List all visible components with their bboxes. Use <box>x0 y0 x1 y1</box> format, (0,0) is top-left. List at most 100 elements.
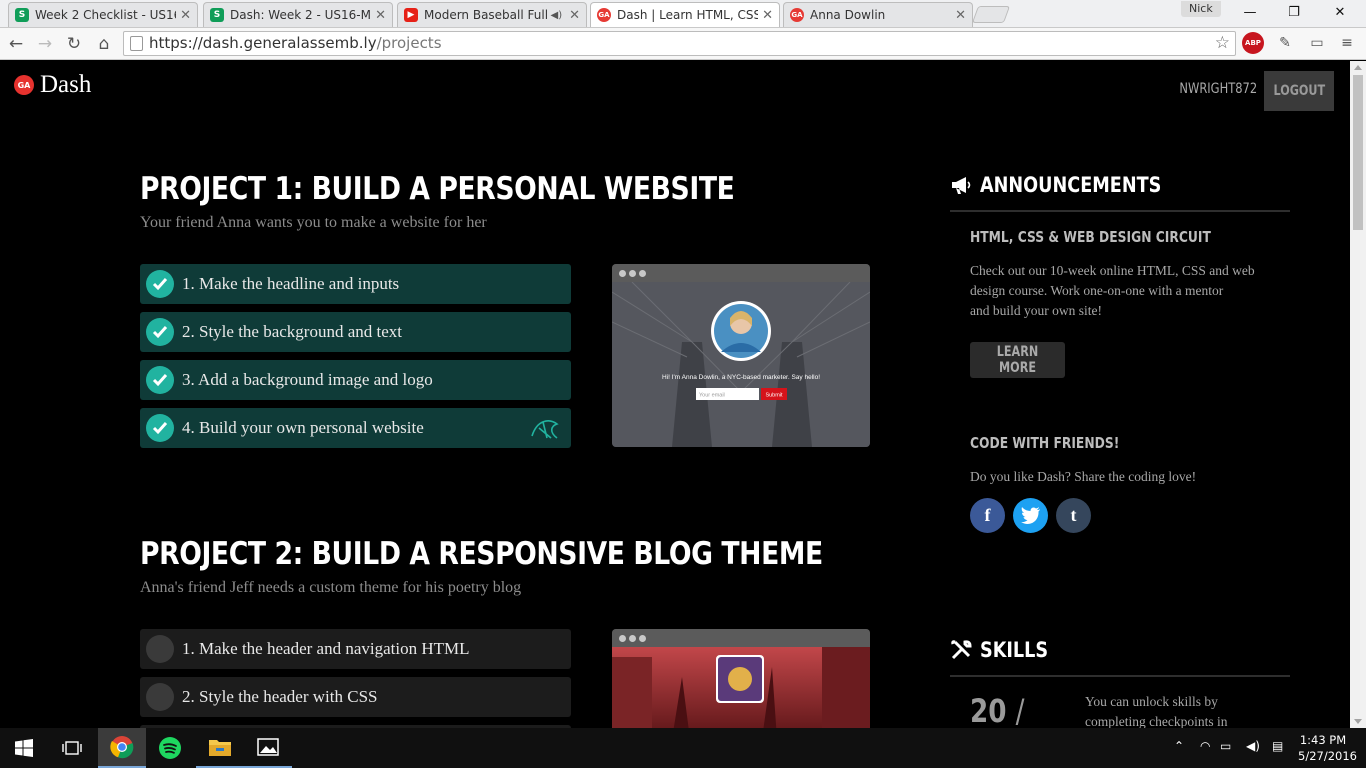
tab-title: Modern Baseball Full - <box>424 8 551 22</box>
browser-tab[interactable]: ▶ Modern Baseball Full - ◀) ✕ <box>397 2 587 27</box>
preview-email-placeholder: Your email <box>699 393 725 399</box>
checkpoint-row[interactable]: 1. Make the headline and inputs <box>140 264 571 304</box>
profile-button[interactable]: Nick <box>1181 1 1221 17</box>
project-subtitle: Your friend Anna wants you to make a web… <box>140 214 487 231</box>
new-tab-button[interactable] <box>971 6 1011 23</box>
bridge-preview-image: Hi! I'm Anna Dowlin, a NYC-based markete… <box>612 281 870 447</box>
facebook-share-icon[interactable]: f <box>970 498 1005 533</box>
taskbar-clock[interactable]: 1:43 PM 5/27/2016 <box>1298 732 1357 764</box>
browser-tab[interactable]: GA Anna Dowlin ✕ <box>783 2 973 27</box>
checkmark-icon <box>146 366 174 394</box>
reload-icon[interactable]: ↻ <box>62 32 86 56</box>
twitter-share-icon[interactable] <box>1013 498 1048 533</box>
learn-more-button[interactable]: LEARN MORE <box>970 342 1065 378</box>
project-preview[interactable]: Hi! I'm Anna Dowlin, a NYC-based markete… <box>612 264 870 447</box>
youtube-icon: ▶ <box>404 8 418 22</box>
sheets-icon: S <box>15 8 29 22</box>
spotify-taskbar-icon[interactable] <box>146 728 194 768</box>
chrome-taskbar-icon[interactable] <box>98 728 146 768</box>
circuit-line: Check out our 10-week online HTML, CSS a… <box>970 263 1255 278</box>
skills-line: completing checkpoints in <box>1085 714 1228 728</box>
tab-title: Anna Dowlin <box>810 8 886 22</box>
back-icon[interactable]: ← <box>4 32 28 56</box>
project-preview[interactable] <box>612 629 870 728</box>
browser-tab-strip: S Week 2 Checklist - US16- ✕ S Dash: Wee… <box>0 0 1366 28</box>
adblock-icon[interactable]: ABP <box>1242 32 1264 54</box>
windows-start-icon[interactable] <box>0 728 48 768</box>
dash-logo[interactable]: GA Dash <box>14 71 91 99</box>
project-title: PROJECT 2: BUILD A RESPONSIVE BLOG THEME <box>140 536 823 572</box>
page-scrollbar[interactable] <box>1350 61 1366 728</box>
battery-icon[interactable]: ▭ <box>1220 739 1231 753</box>
learn-more-label: LEARN MORE <box>996 344 1039 376</box>
show-hidden-icons-icon[interactable]: ⌃ <box>1174 739 1184 753</box>
browser-tab-active[interactable]: GA Dash | Learn HTML, CSS, J ✕ <box>590 2 780 27</box>
skills-line: You can unlock skills by <box>1085 694 1218 709</box>
close-tab-icon[interactable]: ✕ <box>762 8 773 23</box>
circuit-description: Check out our 10-week online HTML, CSS a… <box>970 261 1270 321</box>
close-tab-icon[interactable]: ✕ <box>180 8 191 23</box>
ga-logo-icon: GA <box>14 75 34 95</box>
preview-window-bar <box>612 264 870 282</box>
logo-text: Dash <box>40 71 92 98</box>
username-link[interactable]: NWRIGHT872 <box>1179 81 1257 97</box>
checkpoint-row[interactable]: 3. Add a background image and logo <box>140 360 571 400</box>
tumblr-share-icon[interactable]: t <box>1056 498 1091 533</box>
checkmark-icon <box>146 270 174 298</box>
address-bar[interactable]: https://dash.generalassemb.ly/projects ☆ <box>123 31 1236 56</box>
close-window-icon[interactable]: ✕ <box>1318 4 1362 22</box>
preview-window-bar <box>612 629 870 647</box>
skills-count-value: 20 <box>970 692 1007 728</box>
home-icon[interactable]: ⌂ <box>92 32 116 56</box>
url-host: https://dash.generalassemb.ly <box>149 34 377 52</box>
project-subtitle: Anna's friend Jeff needs a custom theme … <box>140 579 522 596</box>
wifi-icon[interactable]: ◠ <box>1200 739 1210 753</box>
minimize-icon[interactable]: — <box>1228 4 1272 22</box>
clock-date: 5/27/2016 <box>1298 749 1357 763</box>
project-badge-icon <box>529 416 561 444</box>
checkpoint-row[interactable]: 4. Build your own personal website <box>140 408 571 448</box>
preview-tagline: Hi! I'm Anna Dowlin, a NYC-based markete… <box>662 374 820 381</box>
action-center-icon[interactable]: ▤ <box>1272 739 1283 753</box>
scroll-down-icon[interactable] <box>1354 719 1362 724</box>
clock-time: 1:43 PM <box>1299 733 1347 747</box>
eyedropper-icon[interactable]: ✎ <box>1274 32 1296 54</box>
volume-icon[interactable]: ◀) <box>1246 739 1260 753</box>
checkpoint-row[interactable]: 2. Style the header with CSS <box>140 677 571 717</box>
bookmark-star-icon[interactable]: ☆ <box>1215 32 1230 55</box>
circuit-line: and build your own site! <box>970 303 1102 318</box>
logout-label: LOGOUT <box>1273 83 1325 99</box>
divider <box>950 210 1290 212</box>
skills-title: SKILLS <box>980 638 1049 662</box>
menu-icon[interactable]: ≡ <box>1336 32 1358 54</box>
cast-icon[interactable]: ▭ <box>1306 32 1328 54</box>
browser-tab[interactable]: S Week 2 Checklist - US16- ✕ <box>8 2 198 27</box>
announcements-title: ANNOUNCEMENTS <box>980 173 1162 197</box>
logout-button[interactable]: LOGOUT <box>1264 71 1334 111</box>
browser-toolbar: ← → ↻ ⌂ https://dash.generalassemb.ly/pr… <box>0 28 1366 60</box>
checkpoint-label: 2. Style the header with CSS <box>182 687 378 706</box>
ga-icon: GA <box>790 8 804 22</box>
restore-icon[interactable]: ❐ <box>1272 4 1316 22</box>
browser-tab[interactable]: S Dash: Week 2 - US16-MI- ✕ <box>203 2 393 27</box>
scroll-up-icon[interactable] <box>1354 65 1362 70</box>
close-tab-icon[interactable]: ✕ <box>375 8 386 23</box>
checkpoint-row[interactable]: 2. Style the background and text <box>140 312 571 352</box>
close-tab-icon[interactable]: ✕ <box>569 8 580 23</box>
megaphone-icon <box>952 177 971 194</box>
forward-icon[interactable]: → <box>33 32 57 56</box>
checkpoint-label: 1. Make the headline and inputs <box>182 274 400 293</box>
tools-icon <box>951 640 972 660</box>
task-view-icon[interactable] <box>48 728 96 768</box>
preview-submit: Submit <box>765 393 783 399</box>
file-explorer-taskbar-icon[interactable] <box>196 728 244 768</box>
checkpoint-label: 1. Make the header and navigation HTML <box>182 639 470 658</box>
scroll-thumb[interactable] <box>1353 75 1363 230</box>
sheets-icon: S <box>210 8 224 22</box>
divider <box>950 675 1290 677</box>
checkpoint-row[interactable]: 1. Make the header and navigation HTML <box>140 629 571 669</box>
circuit-title: HTML, CSS & WEB DESIGN CIRCUIT <box>970 228 1211 246</box>
close-tab-icon[interactable]: ✕ <box>955 8 966 23</box>
photos-taskbar-icon[interactable] <box>244 728 292 768</box>
speaker-icon[interactable]: ◀) <box>551 10 563 21</box>
